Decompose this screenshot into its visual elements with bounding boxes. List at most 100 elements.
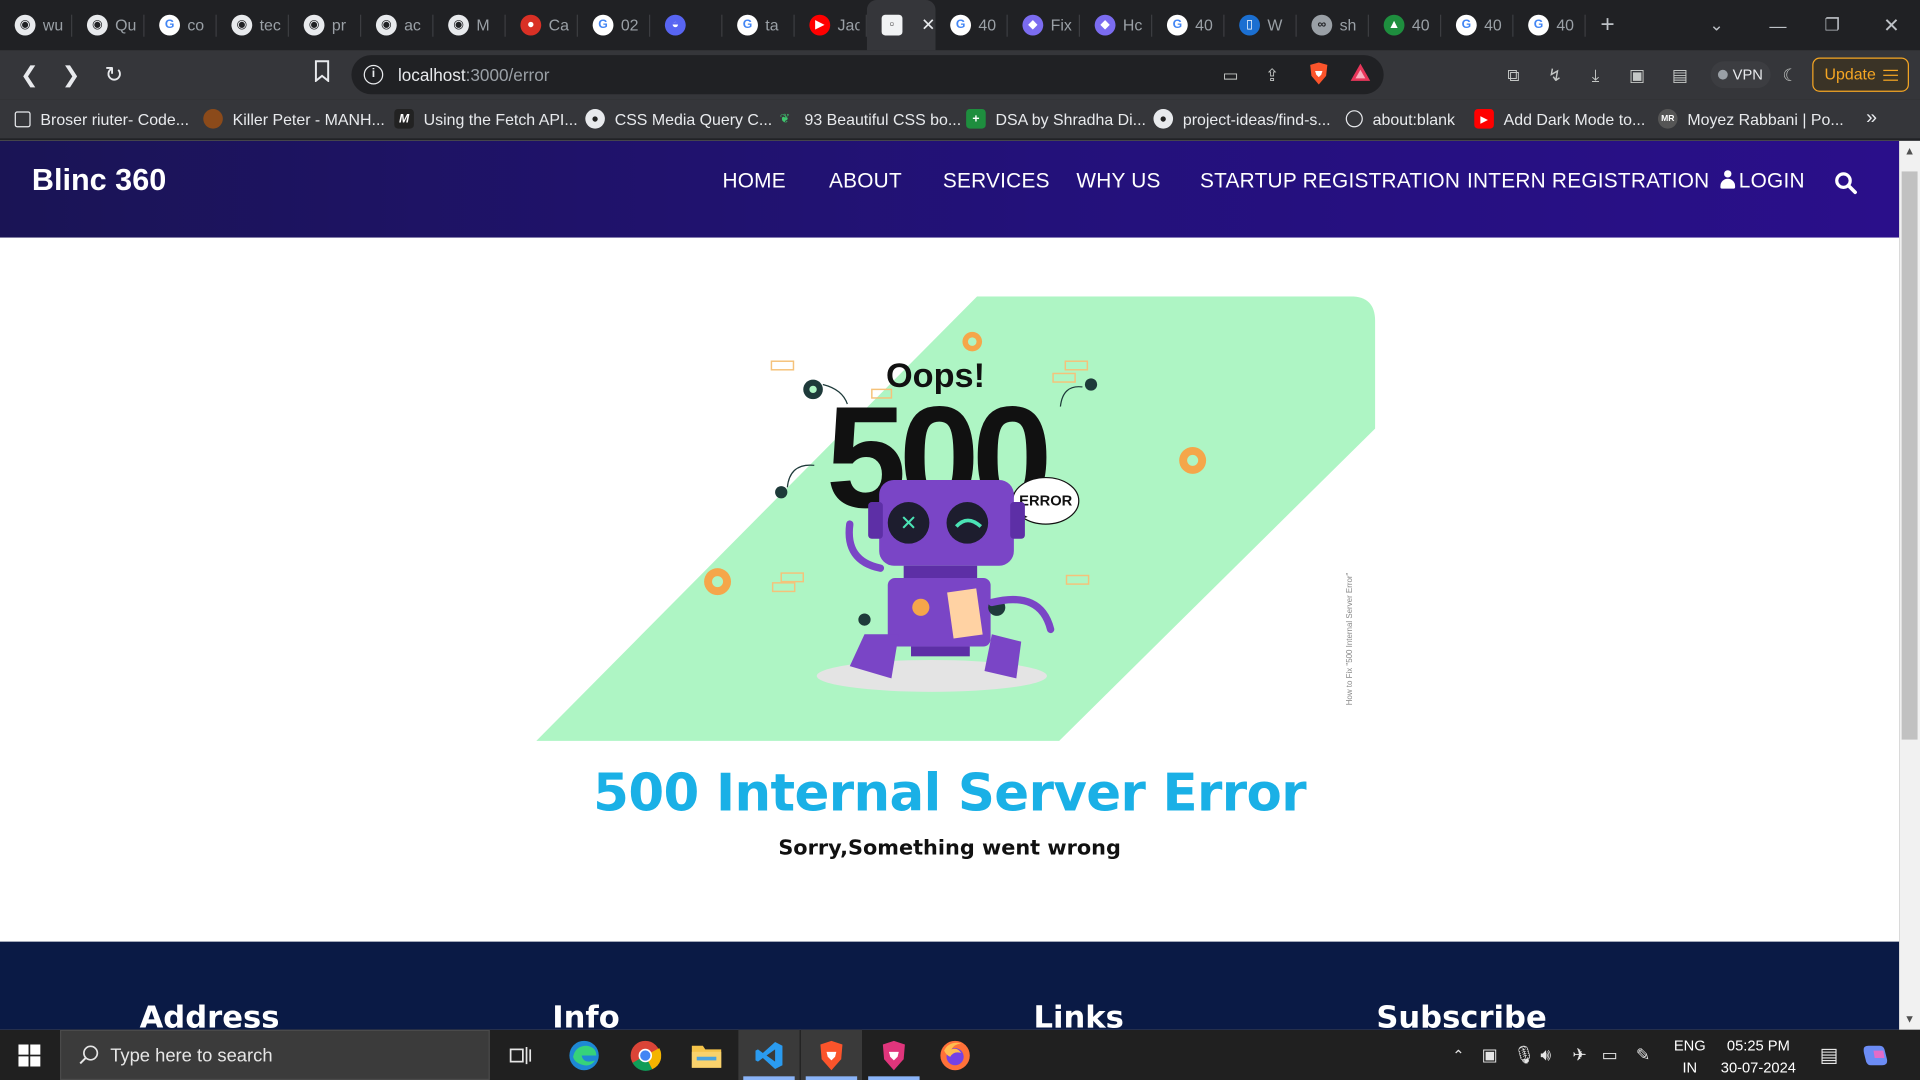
system-clock[interactable]: 05:25 PM 30-07-2024 bbox=[1719, 1035, 1797, 1079]
url-path: :3000/error bbox=[465, 64, 550, 85]
browser-tab[interactable]: G 40 bbox=[1441, 0, 1514, 50]
browser-tab[interactable]: Gco bbox=[144, 0, 217, 50]
bookmark-item[interactable]: ● project-ideas/find-s... bbox=[1153, 108, 1331, 130]
bookmark-page-icon[interactable] bbox=[307, 60, 336, 89]
site-navbar: Blinc 360 HOME ABOUT SERVICES WHY US STA… bbox=[0, 140, 1900, 238]
copilot-icon[interactable] bbox=[1863, 1030, 1891, 1080]
bookmark-item[interactable]: ● CSS Media Query C... bbox=[585, 108, 772, 130]
close-window-icon[interactable]: ✕ bbox=[1883, 0, 1899, 50]
close-tab-icon[interactable]: ✕ bbox=[921, 15, 935, 36]
brave-icon[interactable] bbox=[800, 1029, 863, 1080]
browser-tab[interactable]: ◉ M bbox=[433, 0, 506, 50]
airplane-mode-icon[interactable]: ✈︎ bbox=[1572, 1030, 1586, 1080]
leo-icon[interactable]: ☾ bbox=[1778, 62, 1802, 86]
performance-icon[interactable]: ↯ bbox=[1543, 62, 1567, 86]
github-icon: ◉ bbox=[448, 14, 469, 36]
update-button[interactable]: Update bbox=[1812, 57, 1909, 92]
bookmark-item[interactable]: Broser riuter- Code... bbox=[14, 108, 189, 130]
search-icon[interactable] bbox=[1834, 171, 1857, 195]
volume-icon[interactable]: 🔊︎ bbox=[1540, 1030, 1551, 1080]
nav-startup-registration[interactable]: STARTUP REGISTRATION bbox=[1200, 169, 1460, 193]
bookmark-item[interactable]: about:blank bbox=[1345, 108, 1455, 130]
notifications-icon[interactable]: ▤ bbox=[1820, 1030, 1839, 1080]
browser-tab[interactable]: ◉ pr bbox=[289, 0, 362, 50]
browser-tab[interactable]: G 02 bbox=[578, 0, 651, 50]
edge-icon[interactable] bbox=[553, 1030, 614, 1080]
pen-icon[interactable]: ✎ bbox=[1636, 1030, 1650, 1080]
windows-start-icon[interactable] bbox=[18, 1044, 41, 1067]
nav-services[interactable]: SERVICES bbox=[943, 169, 1050, 193]
browser-tab[interactable]: ◒ bbox=[650, 0, 723, 50]
taskbar-search-box[interactable]: Type here to search bbox=[60, 1029, 490, 1080]
footer-subscribe-heading: Subscribe bbox=[1376, 999, 1547, 1030]
address-bar[interactable]: i localhost:3000/error ▭ ⇪ bbox=[351, 55, 1384, 95]
nav-about[interactable]: ABOUT bbox=[829, 169, 902, 193]
tab-search-icon[interactable]: ⌄ bbox=[1709, 0, 1723, 50]
discord-icon: ◒ bbox=[664, 14, 686, 36]
show-hidden-icons[interactable]: ⌃ bbox=[1452, 1030, 1464, 1080]
browser-tab[interactable]: ● Ca bbox=[506, 0, 578, 50]
region-code: IN bbox=[1682, 1059, 1698, 1077]
scroll-up-icon[interactable]: ▲ bbox=[1899, 141, 1920, 162]
browser-tab[interactable]: ▶ Jac bbox=[795, 0, 867, 50]
browser-tab[interactable]: G 40 bbox=[936, 0, 1008, 50]
wallet-icon[interactable]: ▤ bbox=[1668, 62, 1692, 86]
browser-tab[interactable]: ▯ W bbox=[1224, 0, 1297, 50]
nav-why-us[interactable]: WHY US bbox=[1076, 169, 1160, 193]
browser-tab[interactable]: ◉ wu bbox=[0, 0, 73, 50]
browser-tab[interactable]: ◉ ac bbox=[361, 0, 434, 50]
share-icon[interactable]: ⇪ bbox=[1260, 62, 1284, 86]
page-scrollbar[interactable]: ▲ ▼ bbox=[1899, 140, 1920, 1030]
chrome-icon[interactable] bbox=[615, 1030, 676, 1080]
bookmark-item[interactable]: + DSA by Shradha Di... bbox=[966, 108, 1146, 130]
browser-tab[interactable]: ◆ Fix bbox=[1008, 0, 1081, 50]
browser-tab[interactable]: ◉ tec bbox=[217, 0, 289, 50]
scroll-thumb[interactable] bbox=[1901, 171, 1918, 740]
more-bookmarks-icon[interactable]: » bbox=[1866, 108, 1877, 130]
bookmark-item[interactable]: ▶ Add Dark Mode to... bbox=[1474, 108, 1645, 130]
browser-tab[interactable]: ◉ Qu bbox=[72, 0, 145, 50]
bookmark-label: about:blank bbox=[1372, 109, 1455, 128]
minimize-icon[interactable]: — bbox=[1769, 0, 1786, 50]
reload-icon[interactable]: ↻ bbox=[99, 60, 128, 89]
brave-beta-icon[interactable] bbox=[863, 1030, 924, 1080]
tab-active[interactable]: ▫ ✕ bbox=[866, 0, 936, 51]
new-tab-button[interactable]: + bbox=[1600, 11, 1637, 39]
meet-now-icon[interactable]: ▣ bbox=[1482, 1030, 1498, 1080]
nav-home[interactable]: HOME bbox=[722, 169, 785, 193]
download-icon[interactable]: ⤓ bbox=[1583, 62, 1607, 86]
cast-icon[interactable]: ▭ bbox=[1218, 62, 1242, 86]
browser-tab[interactable]: ▲ 40 bbox=[1369, 0, 1442, 50]
browser-tab[interactable]: ◆ Hc bbox=[1080, 0, 1153, 50]
extensions-icon[interactable]: ⧉ bbox=[1501, 62, 1525, 86]
nav-intern-registration[interactable]: INTERN REGISTRATION bbox=[1467, 169, 1710, 193]
scroll-down-icon[interactable]: ▼ bbox=[1899, 1009, 1920, 1030]
browser-tab[interactable]: G 40 bbox=[1152, 0, 1225, 50]
brave-shields-icon[interactable] bbox=[1307, 61, 1331, 85]
browser-tab[interactable]: G 40 bbox=[1513, 0, 1586, 50]
battery-icon[interactable]: ▭ bbox=[1602, 1030, 1618, 1080]
task-view-icon[interactable] bbox=[490, 1030, 551, 1080]
brave-rewards-icon[interactable] bbox=[1348, 62, 1372, 86]
drive-icon: ▲ bbox=[1383, 14, 1405, 36]
browser-tab[interactable]: Gta bbox=[722, 0, 795, 50]
file-explorer-icon[interactable] bbox=[676, 1030, 737, 1080]
bookmark-item[interactable]: Killer Peter - MANH... bbox=[203, 108, 385, 130]
sidebar-icon[interactable]: ▣ bbox=[1625, 62, 1649, 86]
browser-tab[interactable]: ∞ sh bbox=[1297, 0, 1369, 50]
forward-icon[interactable]: ❯ bbox=[56, 60, 85, 89]
nav-login[interactable]: LOGIN bbox=[1720, 169, 1805, 193]
site-logo[interactable]: Blinc 360 bbox=[32, 163, 166, 199]
bookmark-item[interactable]: M Using the Fetch API... bbox=[394, 108, 578, 130]
back-icon[interactable]: ❮ bbox=[15, 60, 44, 89]
bookmark-item[interactable]: ❦ 93 Beautiful CSS bo... bbox=[775, 108, 961, 130]
firefox-icon[interactable] bbox=[924, 1030, 985, 1080]
bookmark-item[interactable]: MR Moyez Rabbani | Po... bbox=[1657, 108, 1844, 130]
restore-icon[interactable]: ❐ bbox=[1824, 0, 1839, 50]
site-info-icon[interactable]: i bbox=[363, 64, 384, 85]
vscode-icon[interactable] bbox=[738, 1029, 800, 1080]
language-indicator[interactable]: ENG IN bbox=[1671, 1035, 1708, 1079]
clock-time: 05:25 PM bbox=[1726, 1037, 1790, 1055]
microphone-icon[interactable]: 🎙︎ bbox=[1513, 1030, 1535, 1080]
vpn-button[interactable]: VPN bbox=[1710, 61, 1771, 89]
